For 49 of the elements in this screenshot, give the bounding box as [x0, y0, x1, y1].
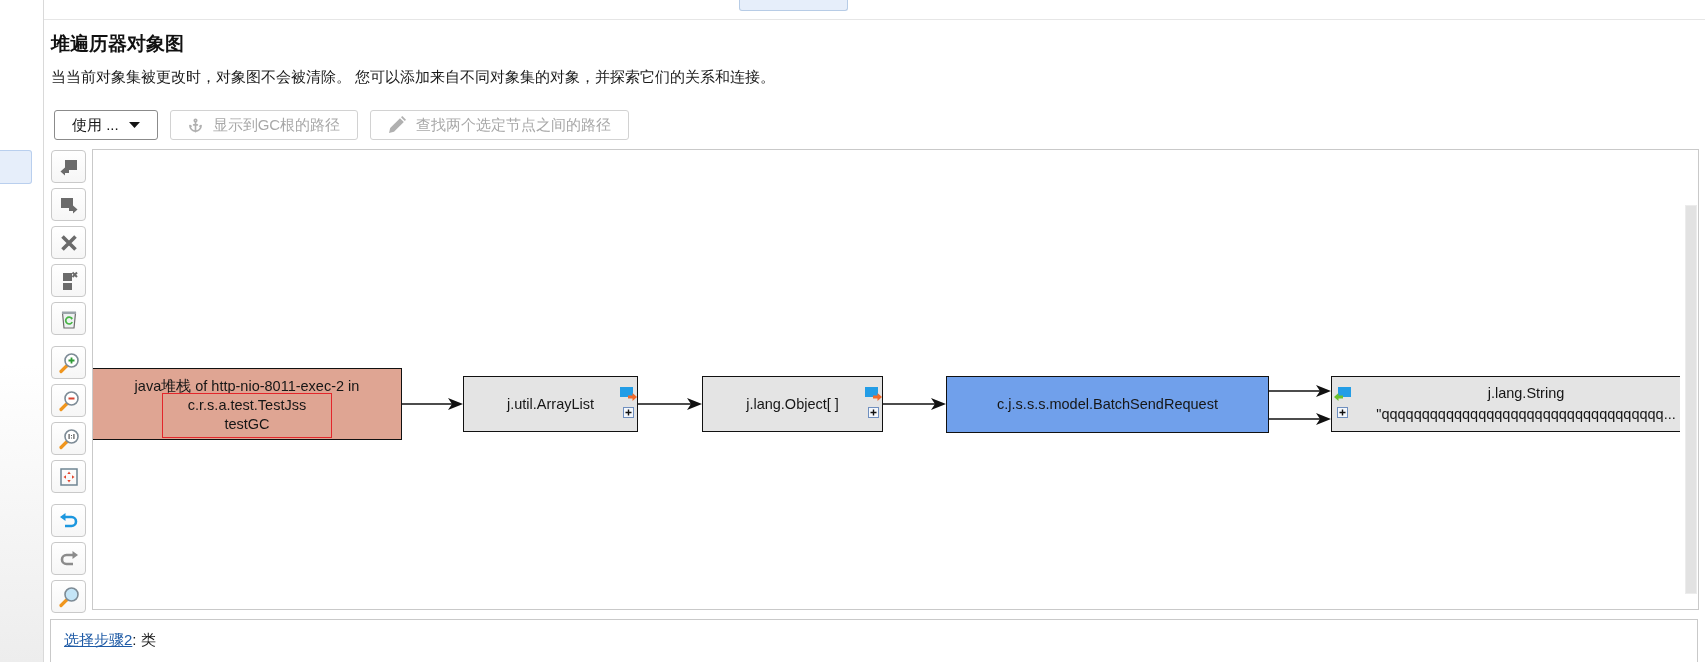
expand-icon[interactable]	[623, 407, 634, 418]
reference-arrow	[1268, 385, 1331, 397]
anchor-icon	[187, 117, 203, 133]
node-title: java堆栈 of http-nio-8011-exec-2 in	[134, 377, 360, 396]
trash-button[interactable]	[51, 302, 86, 335]
scrollbar-thumb[interactable]	[1685, 205, 1697, 594]
magnifier-icon	[57, 427, 80, 450]
tool-button[interactable]	[51, 188, 86, 221]
step-description: 选择步骤2: 类	[64, 630, 156, 650]
search-button[interactable]	[51, 580, 86, 613]
actual-size-button[interactable]	[51, 422, 86, 455]
object-node[interactable]: j.lang.Object[ ]	[702, 376, 883, 432]
square-arrow-icon[interactable]	[620, 387, 637, 401]
square-arrow-icon[interactable]	[1334, 387, 1351, 401]
node-detail: "qqqqqqqqqqqqqqqqqqqqqqqqqqqqqqqqqqq...	[1376, 405, 1676, 424]
node-title: j.lang.Object[ ]	[746, 394, 839, 414]
reference-arrow	[401, 398, 463, 410]
redo-button[interactable]	[51, 542, 86, 575]
object-node[interactable]: j.util.ArrayList	[463, 376, 638, 432]
node-title: c.j.s.s.s.model.BatchSendRequest	[997, 395, 1218, 414]
frame-arrows-icon	[57, 465, 80, 488]
tool-button[interactable]	[51, 264, 86, 297]
search-icon	[57, 585, 80, 608]
node-detail: c.r.s.a.test.TestJss	[187, 396, 307, 415]
object-node[interactable]: java堆栈 of http-nio-8011-exec-2 in c.r.s.a.test.TestJss testGC	[93, 368, 402, 440]
object-node[interactable]: j.lang.String "qqqqqqqqqqqqqqqqqqqqqqqqqqqqqqqqqqq...	[1331, 376, 1680, 432]
node-detail: testGC	[224, 415, 270, 434]
undo-button[interactable]	[51, 504, 86, 537]
object-node[interactable]: c.j.s.s.s.model.BatchSendRequest	[946, 376, 1269, 433]
zoom-in-icon	[57, 351, 80, 374]
delete-button[interactable]	[51, 226, 86, 259]
node-title: j.util.ArrayList	[507, 394, 594, 414]
caret-icon	[128, 122, 140, 128]
pencil-icon	[388, 116, 407, 134]
square-arrow-icon[interactable]	[865, 387, 882, 401]
reference-arrow	[1268, 413, 1331, 425]
zoom-in-button[interactable]	[51, 346, 86, 379]
tool-button[interactable]	[51, 150, 86, 183]
reference-arrow	[882, 398, 946, 410]
fit-to-view-button[interactable]	[51, 460, 86, 493]
description-text: 当当前对象集被更改时，对象图不会被清除。 您可以添加来自不同对象集的对象，并探索它们的关系和连接。	[51, 67, 776, 87]
reference-arrow	[637, 398, 702, 410]
zoom-out-icon	[57, 389, 80, 412]
expand-icon[interactable]	[868, 407, 879, 418]
expand-icon[interactable]	[1337, 407, 1348, 418]
use-dropdown-button[interactable]: 使用 ...	[54, 110, 158, 140]
page-title: 堆遍历器对象图	[51, 32, 184, 56]
node-title: j.lang.String	[1487, 384, 1565, 403]
zoom-out-button[interactable]	[51, 384, 86, 417]
